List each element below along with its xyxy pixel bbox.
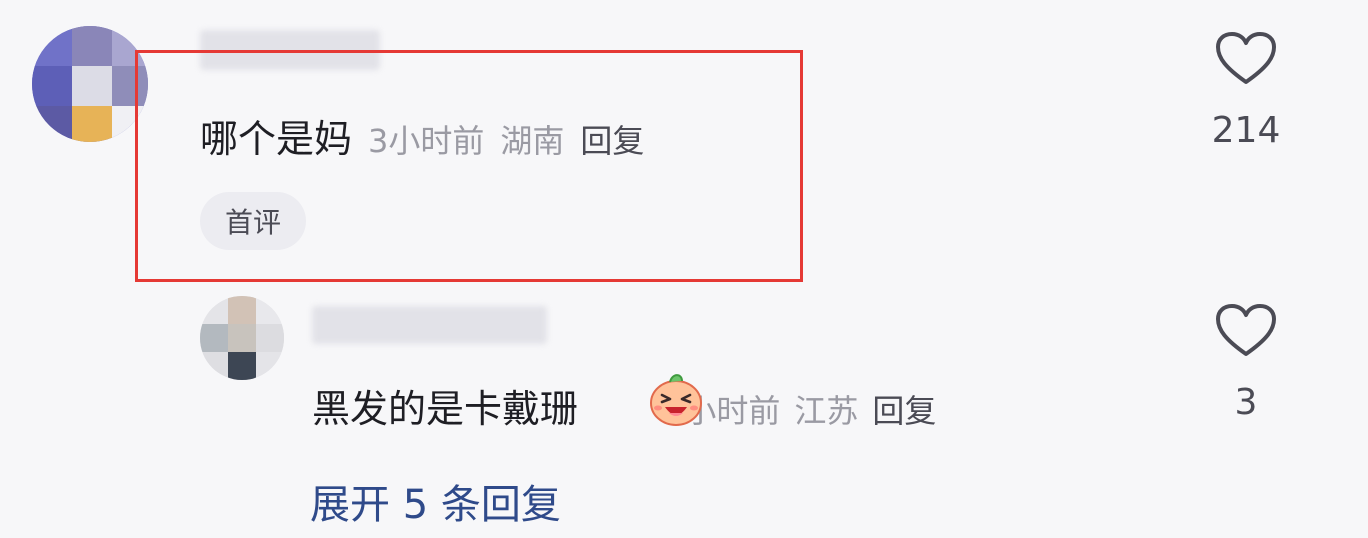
reply-button[interactable]: 回复 (580, 116, 644, 162)
heart-icon[interactable] (1214, 30, 1278, 86)
avatar[interactable] (32, 26, 148, 142)
reply-location: 江苏 (794, 392, 859, 430)
reply-like-count: 3 (1234, 382, 1258, 423)
laughing-emoji-icon (650, 374, 702, 426)
reply-text: 黑发的是卡戴珊 (312, 387, 579, 431)
reply-line: 黑发的是卡戴珊 2小时前 江苏 回复 (312, 378, 936, 431)
comment-time: 3小时前 (368, 122, 485, 160)
first-comment-badge: 首评 (200, 192, 306, 250)
comment-text: 哪个是妈 (200, 117, 353, 161)
heart-icon[interactable] (1214, 302, 1278, 358)
reply-reply-button[interactable]: 回复 (872, 386, 936, 432)
expand-replies-link[interactable]: 展开 5 条回复 (310, 472, 561, 530)
reply-avatar[interactable] (200, 296, 284, 380)
comment-line: 哪个是妈 3小时前 湖南 回复 (200, 108, 644, 161)
like-count: 214 (1211, 110, 1281, 151)
reply-username[interactable] (312, 306, 547, 344)
comment-location: 湖南 (500, 122, 565, 160)
